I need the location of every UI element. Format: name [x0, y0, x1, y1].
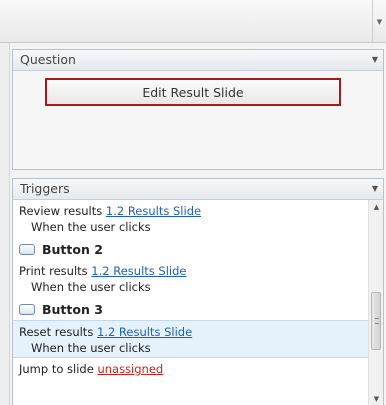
scrollbar-thumb[interactable] [371, 292, 381, 350]
chevron-up-icon[interactable]: ▲ [369, 200, 383, 214]
trigger-target-link[interactable]: 1.2 Results Slide [106, 204, 201, 218]
question-panel-header[interactable]: Question ▼ [13, 50, 383, 71]
trigger-item-print-results[interactable]: Print results 1.2 Results Slide When the… [13, 260, 369, 298]
trigger-action: Print results [19, 264, 88, 278]
button-shape-icon [19, 243, 35, 255]
trigger-item-review-results[interactable]: Review results 1.2 Results Slide When th… [13, 200, 369, 238]
trigger-condition: When the user clicks [31, 220, 151, 234]
top-toolbar: ▼ [0, 0, 386, 43]
trigger-target-link[interactable]: 1.2 Results Slide [91, 264, 186, 278]
grip-icon [375, 318, 379, 324]
trigger-action: Reset results [19, 325, 94, 339]
trigger-target-unassigned[interactable]: unassigned [97, 362, 163, 376]
triggers-panel: Triggers ▼ Review results 1.2 Results Sl… [12, 178, 384, 405]
left-pane-edge [0, 43, 10, 405]
chevron-down-icon[interactable]: ▼ [372, 50, 378, 70]
edit-result-slide-label: Edit Result Slide [142, 84, 244, 100]
trigger-object-button-2[interactable]: Button 2 [13, 238, 369, 260]
trigger-condition: When the user clicks [31, 280, 151, 294]
trigger-object-label: Button 2 [42, 241, 103, 257]
toolbar-dropdown-icon[interactable]: ▼ [372, 0, 386, 43]
chevron-down-icon[interactable]: ▼ [369, 392, 383, 405]
trigger-action: Review results [19, 204, 103, 218]
trigger-list: Review results 1.2 Results Slide When th… [13, 200, 369, 405]
trigger-item-reset-results[interactable]: Reset results 1.2 Results Slide When the… [13, 320, 369, 358]
trigger-object-button-3[interactable]: Button 3 [13, 298, 369, 320]
triggers-panel-title: Triggers [20, 181, 70, 196]
chevron-down-icon[interactable]: ▼ [372, 179, 378, 199]
triggers-panel-header[interactable]: Triggers ▼ [13, 179, 383, 200]
trigger-item-jump-to-slide[interactable]: Jump to slide unassigned [13, 358, 369, 396]
question-panel: Question ▼ Edit Result Slide [12, 49, 384, 170]
edit-result-slide-button[interactable]: Edit Result Slide [45, 78, 341, 106]
trigger-action: Jump to slide [19, 362, 94, 376]
triggers-scrollbar[interactable]: ▲ ▼ [368, 200, 383, 405]
trigger-object-label: Button 3 [42, 301, 103, 317]
question-panel-title: Question [20, 52, 76, 67]
trigger-condition: When the user clicks [31, 341, 151, 355]
trigger-target-link[interactable]: 1.2 Results Slide [97, 325, 192, 339]
button-shape-icon [19, 303, 35, 315]
